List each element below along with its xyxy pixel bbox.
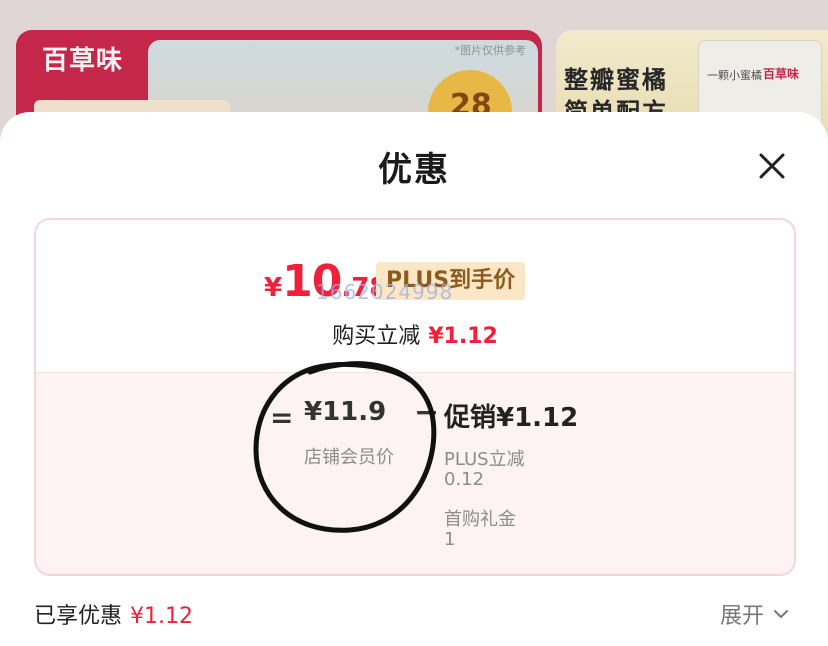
price-breakdown: = ¥11.9 店铺会员价 − 促销¥1.12 PLUS立减 0.12 首购礼金…: [36, 372, 794, 574]
close-button[interactable]: [752, 146, 792, 186]
enjoyed-discount-label: 已享优惠: [34, 604, 123, 629]
enjoyed-discount-amount: ¥1.12: [130, 604, 193, 629]
minus-sign: −: [414, 395, 440, 430]
equals-sign: =: [270, 401, 294, 434]
instant-discount-label: 购买立减: [332, 324, 421, 349]
promotion-total: 促销¥1.12: [444, 403, 579, 433]
expand-label: 展开: [720, 604, 765, 629]
close-icon: [759, 153, 785, 179]
enjoyed-discount-row: 已享优惠 ¥1.12: [34, 598, 193, 630]
final-price-currency: ¥: [264, 273, 283, 303]
card-summary: ¥ 10 .78 PLUS到手价 1662024998 购买立减 ¥1.12: [36, 220, 794, 372]
sheet-title: 优惠: [378, 150, 450, 190]
final-price-integer: 10: [282, 256, 342, 307]
promo-item-label: PLUS立减: [444, 449, 525, 470]
promo-item-value: 1: [444, 529, 456, 550]
discount-sheet: 优惠 ¥ 10 .78 PLUS到手价 1662024998 购买立减 ¥1.12…: [0, 112, 828, 646]
store-member-price: ¥11.9: [304, 397, 387, 427]
expand-button[interactable]: 展开: [720, 598, 790, 630]
store-member-price-label: 店铺会员价: [304, 447, 394, 468]
chevron-down-icon: [774, 610, 789, 618]
instant-discount-amount: ¥1.12: [428, 324, 498, 349]
instant-discount-row: 购买立减 ¥1.12: [36, 318, 794, 350]
discount-card: ¥ 10 .78 PLUS到手价 1662024998 购买立减 ¥1.12 = …: [34, 218, 796, 576]
final-price: ¥ 10 .78: [264, 256, 387, 307]
promo-item-value: 0.12: [444, 469, 485, 490]
plus-price-tag: PLUS到手价: [376, 262, 526, 300]
promo-item-label: 首购礼金: [444, 509, 516, 530]
